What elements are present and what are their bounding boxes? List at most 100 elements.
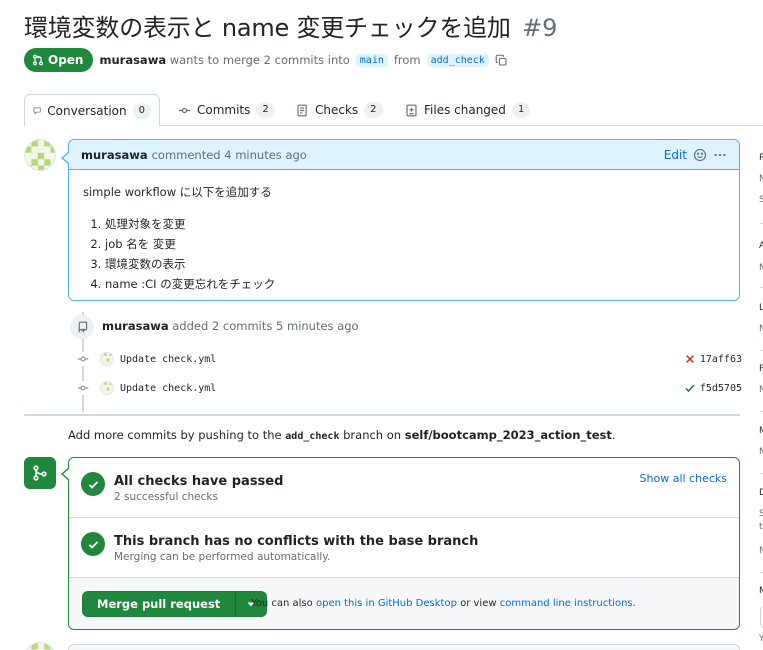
checks-section: All checks have passed 2 successful chec…: [69, 458, 739, 518]
check-icon[interactable]: [684, 382, 696, 394]
commit-sha[interactable]: 17aff63: [700, 354, 742, 365]
sidebar: R N S A N L N P N M N D S t N N Y: [756, 126, 763, 650]
list-item: job 名を 変更: [105, 234, 725, 254]
show-all-checks-link[interactable]: Show all checks: [640, 472, 727, 485]
comment-header: murasawa commented 4 minutes ago Edit: [69, 140, 739, 170]
merge-hint-prefix: You can also: [251, 598, 313, 609]
copy-icon[interactable]: [495, 54, 508, 67]
file-diff-icon: [406, 104, 417, 116]
timeline-divider: [24, 414, 740, 416]
event-action: added 2 commits 5 minutes ago: [172, 319, 359, 333]
comment-box: murasawa commented 4 minutes ago Edit si…: [61, 139, 740, 301]
event-author[interactable]: murasawa: [102, 319, 169, 333]
sidebar-fragment: N: [759, 385, 763, 395]
sidebar-fragment[interactable]: D: [759, 488, 763, 498]
avatar[interactable]: [100, 352, 114, 366]
merge-actions: Merge pull request You can also open thi…: [69, 578, 739, 629]
push-hint-suffix: .: [611, 428, 616, 442]
merge-text: wants to merge 2 commits into: [169, 53, 350, 67]
sidebar-fragment[interactable]: A: [759, 241, 763, 251]
merge-hint-suffix: .: [632, 598, 636, 609]
edit-button[interactable]: Edit: [664, 148, 687, 162]
tab-commits[interactable]: Commits 2: [170, 94, 283, 126]
identicon-icon: [25, 140, 55, 170]
status-label: Open: [48, 53, 84, 67]
avatar[interactable]: [24, 642, 56, 650]
merge-button-group: Merge pull request: [82, 591, 268, 617]
merge-hint-middle: or view: [460, 598, 497, 609]
pr-number: #9: [522, 14, 558, 42]
sidebar-fragment[interactable]: N: [759, 586, 763, 596]
commit-message[interactable]: Update check.yml: [120, 354, 216, 365]
checks-subtitle: 2 successful checks: [114, 491, 218, 503]
smiley-icon[interactable]: [693, 148, 707, 162]
conflicts-subtitle: Merging can be performed automatically.: [114, 551, 331, 563]
comment-author[interactable]: murasawa: [81, 148, 148, 162]
comment-timestamp: commented 4 minutes ago: [151, 147, 307, 162]
open-desktop-link[interactable]: open this in GitHub Desktop: [316, 598, 457, 609]
sidebar-fragment: N: [759, 546, 763, 556]
new-comment-box: [68, 644, 740, 650]
event-badge: [70, 315, 94, 339]
avatar[interactable]: [100, 381, 114, 395]
pr-meta: Open murasawa wants to merge 2 commits i…: [24, 48, 508, 72]
page-title: 環境変数の表示と name 変更チェックを追加 #9: [24, 8, 557, 43]
head-branch[interactable]: add_check: [426, 53, 489, 67]
tab-conversation[interactable]: Conversation 0: [24, 94, 160, 127]
commits-event-text: murasawa added 2 commits 5 minutes ago: [102, 319, 359, 333]
status-badge: Open: [24, 48, 94, 72]
commit-icon: [178, 107, 191, 113]
list-item: name :CI の変更忘れをチェック: [105, 274, 725, 294]
checklist-icon: [297, 104, 307, 116]
repo-link[interactable]: self/bootcamp_2023_action_test: [405, 428, 612, 442]
push-hint: Add more commits by pushing to the add_c…: [68, 428, 616, 442]
pr-tabs: Conversation 0 Commits 2 Checks 2 Files …: [24, 94, 763, 127]
avatar[interactable]: [24, 139, 56, 171]
command-line-link[interactable]: command line instructions: [500, 598, 633, 609]
x-icon[interactable]: [684, 353, 696, 365]
merge-status-icon: [24, 457, 56, 489]
commit-dot-icon: [76, 352, 90, 366]
sidebar-fragment: Y: [759, 634, 763, 644]
sidebar-fragment: S: [759, 195, 763, 205]
base-branch[interactable]: main: [355, 53, 388, 67]
sidebar-fragment: S: [759, 509, 763, 519]
comment-list: 処理対象を変更 job 名を 変更 環境変数の表示 name :CI の変更忘れ…: [83, 214, 725, 294]
comment-body: simple workflow に以下を追加する 処理対象を変更 job 名を …: [69, 170, 739, 308]
tab-counter: 0: [132, 102, 151, 119]
sidebar-fragment: t: [759, 522, 763, 532]
pr-title-text: 環境変数の表示と name 変更チェックを追加: [24, 14, 511, 42]
merge-box: All checks have passed 2 successful chec…: [61, 457, 740, 630]
tab-label: Files changed: [424, 103, 506, 117]
push-hint-middle: branch on: [343, 428, 402, 442]
commit-sha[interactable]: f5d5705: [700, 383, 742, 394]
tab-counter: 1: [511, 102, 531, 118]
commit-dot-icon: [76, 381, 90, 395]
commit-row: Update check.yml 17aff63: [76, 349, 742, 369]
sidebar-fragment[interactable]: M: [759, 426, 763, 436]
push-hint-branch: add_check: [285, 431, 340, 442]
sidebar-fragment[interactable]: P: [759, 364, 763, 374]
sidebar-fragment[interactable]: L: [759, 303, 763, 313]
pull-request-icon: [33, 54, 43, 66]
sidebar-fragment[interactable]: R: [759, 153, 763, 163]
commit-row: Update check.yml f5d5705: [76, 378, 742, 398]
merge-pull-request-button[interactable]: Merge pull request: [82, 591, 236, 617]
list-item: 処理対象を変更: [105, 214, 725, 234]
author-link[interactable]: murasawa: [99, 53, 166, 67]
tab-counter: 2: [364, 102, 383, 118]
comment-intro: simple workflow に以下を追加する: [83, 185, 272, 199]
repo-push-icon: [78, 321, 87, 332]
check-circle-icon: [81, 472, 105, 496]
merge-description: murasawa wants to merge 2 commits into: [99, 53, 349, 67]
check-circle-icon: [81, 532, 105, 556]
sidebar-fragment: N: [759, 174, 763, 184]
sidebar-fragment: N: [759, 447, 763, 457]
git-merge-icon: [33, 465, 47, 481]
tab-label: Checks: [315, 103, 359, 117]
tab-counter: 2: [256, 102, 275, 118]
tab-checks[interactable]: Checks 2: [288, 94, 391, 126]
commit-message[interactable]: Update check.yml: [120, 383, 216, 394]
tab-files-changed[interactable]: Files changed 1: [397, 94, 538, 126]
kebab-horizontal-icon[interactable]: [713, 148, 727, 162]
